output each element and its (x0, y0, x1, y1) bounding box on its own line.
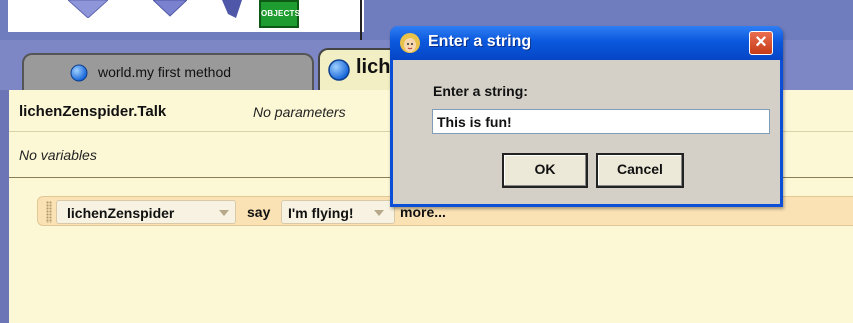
variables-text: No variables (19, 147, 97, 163)
dialog-title: Enter a string (428, 33, 532, 50)
arrow-down-icon[interactable] (68, 0, 108, 18)
alice-girl-icon (400, 33, 420, 53)
toolbar-divider (360, 0, 362, 40)
arrow-down-icon[interactable] (153, 0, 187, 18)
close-button[interactable]: × (749, 31, 773, 55)
tab-label: lich (356, 56, 391, 78)
wing-icon[interactable] (218, 0, 246, 18)
say-label: say (247, 204, 271, 220)
dialog-body: Enter a string: OK Cancel (393, 60, 780, 204)
dialog-prompt: Enter a string: (433, 83, 528, 99)
method-parameters: No parameters (253, 104, 346, 120)
ok-button[interactable]: OK (502, 153, 588, 188)
object-dropdown[interactable]: lichenZenspider (56, 200, 236, 224)
dropdown-arrow-icon[interactable] (219, 210, 229, 216)
dropdown-arrow-icon[interactable] (374, 210, 384, 216)
objects-button[interactable]: OBJECTS (259, 0, 300, 28)
method-name: lichenZenspider.Talk (19, 103, 167, 120)
blue-ball-icon (70, 64, 88, 82)
tab-world-my-first-method[interactable]: world.my first method (22, 53, 314, 91)
string-input[interactable] (432, 109, 770, 134)
enter-string-dialog: Enter a string × Enter a string: OK Canc… (390, 26, 783, 207)
dialog-titlebar[interactable]: Enter a string × (390, 26, 783, 60)
tab-label: world.my first method (98, 64, 232, 80)
object-name: lichenZenspider (67, 205, 175, 221)
blue-ball-icon (328, 59, 350, 81)
text-value-dropdown[interactable]: I'm flying! (281, 200, 395, 224)
cancel-button[interactable]: Cancel (596, 153, 684, 188)
toolbar-panel: OBJECTS (8, 0, 364, 32)
left-edge (0, 90, 9, 323)
drag-handle[interactable] (46, 201, 52, 223)
text-value: I'm flying! (288, 205, 354, 221)
